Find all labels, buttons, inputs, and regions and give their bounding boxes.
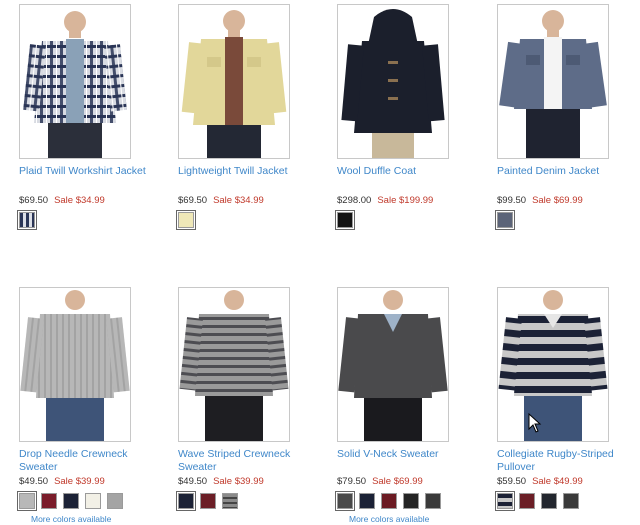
- product-name-link[interactable]: Lightweight Twill Jacket: [178, 165, 318, 178]
- product-prices: $298.00 Sale $199.99: [337, 195, 433, 207]
- color-swatch[interactable]: [541, 493, 557, 509]
- color-swatch[interactable]: [519, 493, 535, 509]
- rugby-pullover-photo[interactable]: [497, 287, 609, 442]
- product-prices: $49.50 Sale $39.99: [178, 476, 264, 488]
- color-swatch[interactable]: [563, 493, 579, 509]
- product-name-link[interactable]: Painted Denim Jacket: [497, 165, 637, 178]
- sale-price: Sale $49.99: [532, 476, 583, 487]
- color-swatch[interactable]: [359, 493, 375, 509]
- product-prices: $99.50 Sale $69.99: [497, 195, 583, 207]
- sale-price: Sale $69.99: [372, 476, 423, 487]
- sale-price: Sale $69.99: [532, 195, 583, 206]
- product-prices: $49.50 Sale $39.99: [19, 476, 105, 488]
- color-swatch[interactable]: [85, 493, 101, 509]
- color-swatch[interactable]: [403, 493, 419, 509]
- color-swatch[interactable]: [17, 491, 37, 511]
- color-swatch[interactable]: [425, 493, 441, 509]
- striped-crewneck-photo[interactable]: [178, 287, 290, 442]
- product-name-link[interactable]: Solid V-Neck Sweater: [337, 448, 477, 461]
- original-price: $49.50: [19, 476, 49, 487]
- sale-price: Sale $199.99: [377, 195, 434, 206]
- product-name-link[interactable]: Wave Striped Crewneck Sweater: [178, 448, 318, 474]
- product-name-link[interactable]: Wool Duffle Coat: [337, 165, 477, 178]
- sale-price: Sale $39.99: [54, 476, 105, 487]
- sale-price: Sale $39.99: [213, 476, 264, 487]
- sale-price: Sale $34.99: [54, 195, 105, 206]
- gray-crewneck-photo[interactable]: [19, 287, 131, 442]
- color-swatch[interactable]: [41, 493, 57, 509]
- color-swatch[interactable]: [107, 493, 123, 509]
- color-swatch[interactable]: [335, 491, 355, 511]
- color-swatch[interactable]: [200, 493, 216, 509]
- original-price: $59.50: [497, 476, 527, 487]
- color-swatch[interactable]: [222, 493, 238, 509]
- color-swatch[interactable]: [176, 491, 196, 511]
- product-prices: $59.50 Sale $49.99: [497, 476, 583, 488]
- mouse-pointer-icon: [528, 413, 542, 433]
- more-colors-link[interactable]: More colors available: [349, 514, 429, 524]
- color-swatch[interactable]: [495, 210, 515, 230]
- product-prices: $69.50 Sale $34.99: [178, 195, 264, 207]
- color-swatch[interactable]: [335, 210, 355, 230]
- color-swatch[interactable]: [176, 210, 196, 230]
- original-price: $79.50: [337, 476, 367, 487]
- khaki-jacket-photo[interactable]: [178, 4, 290, 159]
- color-swatch[interactable]: [381, 493, 397, 509]
- denim-jacket-photo[interactable]: [497, 4, 609, 159]
- color-swatch[interactable]: [495, 491, 515, 511]
- sale-price: Sale $34.99: [213, 195, 264, 206]
- duffle-coat-photo[interactable]: [337, 4, 449, 159]
- product-name-link[interactable]: Drop Needle Crewneck Sweater: [19, 448, 159, 474]
- more-colors-link[interactable]: More colors available: [31, 514, 111, 524]
- color-swatch[interactable]: [17, 210, 37, 230]
- product-name-link[interactable]: Plaid Twill Workshirt Jacket: [19, 165, 159, 178]
- original-price: $99.50: [497, 195, 527, 206]
- product-name-link[interactable]: Collegiate Rugby-Striped Pullover: [497, 448, 637, 474]
- original-price: $69.50: [178, 195, 208, 206]
- color-swatch[interactable]: [63, 493, 79, 509]
- product-prices: $79.50 Sale $69.99: [337, 476, 423, 488]
- product-grid: Plaid Twill Workshirt Jacket $69.50 Sale …: [0, 0, 640, 525]
- product-prices: $69.50 Sale $34.99: [19, 195, 105, 207]
- original-price: $69.50: [19, 195, 49, 206]
- original-price: $298.00: [337, 195, 372, 206]
- plaid-jacket-photo[interactable]: [19, 4, 131, 159]
- original-price: $49.50: [178, 476, 208, 487]
- vneck-sweater-photo[interactable]: [337, 287, 449, 442]
